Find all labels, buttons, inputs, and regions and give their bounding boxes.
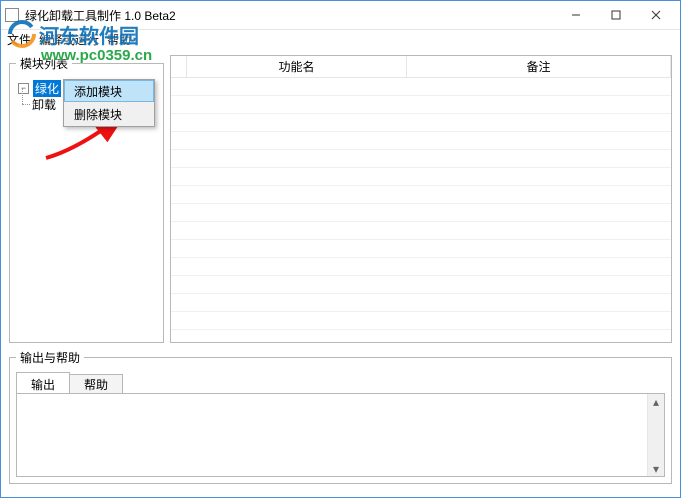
window-title: 绿化卸载工具制作 1.0 Beta2 (25, 7, 556, 24)
table-row[interactable] (171, 132, 671, 150)
window-controls (556, 1, 676, 29)
maximize-button[interactable] (596, 1, 636, 29)
output-help-panel: 输出与帮助 输出 帮助 ▴ ▾ (9, 349, 672, 484)
context-menu: 添加模块 删除模块 (63, 79, 155, 127)
grid-body[interactable] (171, 78, 671, 342)
grid-header: 功能名 备注 (171, 56, 671, 78)
titlebar: 绿化卸载工具制作 1.0 Beta2 (1, 1, 680, 29)
table-row[interactable] (171, 168, 671, 186)
output-body[interactable]: ▴ ▾ (16, 393, 665, 477)
collapse-icon[interactable]: − (18, 83, 29, 94)
menu-item-add-module[interactable]: 添加模块 (64, 80, 154, 102)
table-row[interactable] (171, 240, 671, 258)
menu-compile-run[interactable]: 编译或运行 (39, 31, 99, 48)
table-row[interactable] (171, 258, 671, 276)
table-row[interactable] (171, 276, 671, 294)
tree-root-label[interactable]: 绿化 (33, 80, 61, 97)
grid-col-remark[interactable]: 备注 (407, 56, 671, 77)
table-row[interactable] (171, 294, 671, 312)
minimize-button[interactable] (556, 1, 596, 29)
tree-child-label[interactable]: 卸载 (32, 96, 56, 113)
menu-file[interactable]: 文件 (7, 31, 31, 48)
scroll-down-icon[interactable]: ▾ (649, 461, 664, 476)
app-window: 绿化卸载工具制作 1.0 Beta2 文件 编译或运行 帮助 模块列表 − 绿化… (0, 0, 681, 498)
table-row[interactable] (171, 186, 671, 204)
table-row[interactable] (171, 78, 671, 96)
function-grid: 功能名 备注 (170, 55, 672, 343)
module-list-legend: 模块列表 (16, 55, 72, 72)
menu-item-delete-module[interactable]: 删除模块 (64, 102, 154, 126)
table-row[interactable] (171, 150, 671, 168)
output-legend: 输出与帮助 (16, 349, 84, 366)
tab-help[interactable]: 帮助 (69, 374, 123, 394)
menu-help[interactable]: 帮助 (107, 31, 131, 48)
table-row[interactable] (171, 312, 671, 330)
menubar: 文件 编译或运行 帮助 (1, 29, 680, 49)
grid-col-checkbox[interactable] (171, 56, 187, 77)
table-row[interactable] (171, 96, 671, 114)
app-icon (5, 8, 19, 22)
grid-col-funcname[interactable]: 功能名 (187, 56, 407, 77)
table-row[interactable] (171, 204, 671, 222)
table-row[interactable] (171, 222, 671, 240)
close-button[interactable] (636, 1, 676, 29)
scroll-up-icon[interactable]: ▴ (649, 394, 664, 409)
tab-output[interactable]: 输出 (16, 372, 70, 394)
vertical-scrollbar[interactable]: ▴ ▾ (647, 394, 664, 476)
output-tabs: 输出 帮助 (16, 372, 665, 394)
table-row[interactable] (171, 114, 671, 132)
